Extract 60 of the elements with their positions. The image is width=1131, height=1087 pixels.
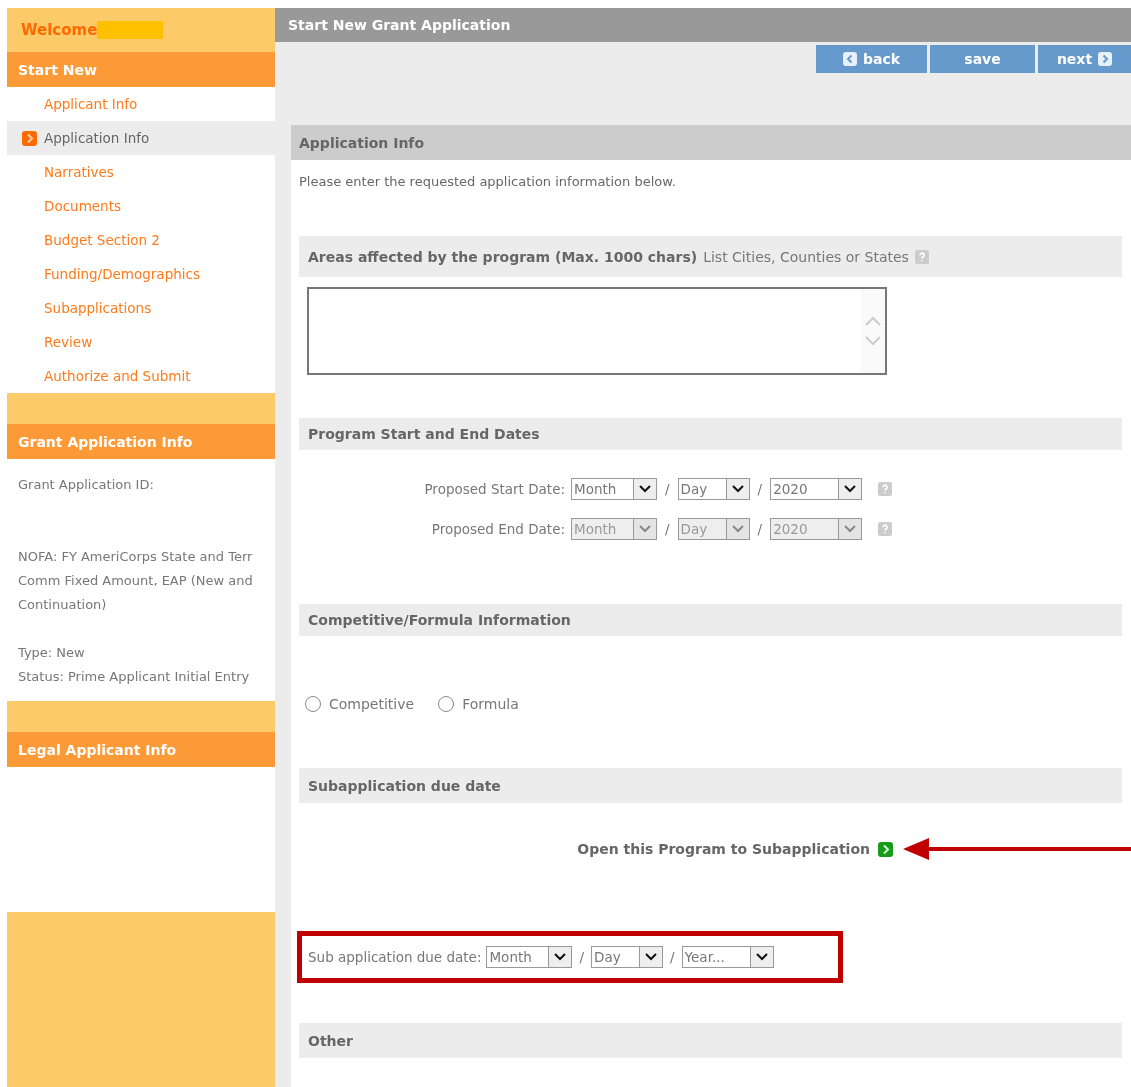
status-text: Status: Prime Applicant Initial Entry [18,668,251,686]
panel-header: Application Info [291,125,1131,160]
sidebar-header: Grant Application Info [7,424,275,459]
dropdown-caret-icon [844,525,857,533]
chevron-left-icon [842,52,857,66]
date-select[interactable]: Day [677,478,750,500]
help-icon[interactable] [878,522,893,536]
help-icon[interactable] [914,249,929,264]
type-text: Type: New [18,644,86,662]
dropdown-caret-icon [755,953,768,961]
date-separator: / [664,481,671,497]
current-step-icon [22,131,37,146]
section-title: Subapplication due date [308,777,501,794]
date-separator: / [756,481,764,497]
section-hint: List Cities, Counties or States [703,248,909,265]
section-title: Other [308,1032,353,1049]
scroll-up-icon [865,316,881,326]
redaction-bar [97,21,164,39]
dropdown-caret-icon [554,953,567,961]
intro-text: Please enter the requested application information below. [298,173,677,191]
sidebar-header: Start New [7,52,275,87]
dropdown-caret-icon [731,525,744,533]
radio-option[interactable]: Competitive [305,696,415,712]
dropdown-caret-icon [645,953,658,961]
scroll-down-icon [865,336,881,346]
date-select[interactable]: Year... [681,946,774,968]
radio-option[interactable]: Formula [438,696,519,712]
date-label: Proposed End Date: [430,521,565,537]
date-label: Proposed Start Date: [423,481,565,497]
dropdown-caret-icon [639,525,651,533]
application-id-label: Grant Application ID: [18,476,155,494]
dropdown-caret-icon [844,485,857,493]
date-separator: / [664,521,671,537]
date-label: Sub application due date: [308,949,482,965]
page-title: Start New Grant Application [275,8,1131,42]
dropdown-caret-icon [639,485,651,493]
back-button[interactable]: back [816,45,927,73]
date-separator: / [669,949,676,965]
section-title: Competitive/Formula Information [308,612,571,628]
date-select[interactable]: Day [591,946,664,968]
chevron-right-icon [1098,52,1113,66]
welcome-text: Welcome [21,21,98,39]
date-separator: / [578,949,586,965]
textarea-scrollbar[interactable] [861,289,885,373]
date-select[interactable]: Month [486,946,573,968]
sidebar-header: Legal Applicant Info [7,732,275,767]
open-subapplication-link[interactable]: Open this Program to Subapplication [577,841,893,857]
dropdown-caret-icon [731,485,744,493]
date-select[interactable]: Month [571,478,657,500]
areas-text-field[interactable] [307,287,887,375]
next-button[interactable]: next [1038,45,1131,73]
section-title: Program Start and End Dates [308,426,540,442]
section-title: Areas affected by the program (Max. 1000 chars) [308,248,698,265]
sidebar-item[interactable]: Application Info [7,121,275,155]
help-icon[interactable] [878,482,893,496]
arrow-right-icon [878,841,893,857]
date-select[interactable]: 2020 [770,478,863,500]
date-separator: / [756,521,764,537]
nofa-text: NOFA: FY AmeriCorps State and Terr Comm Fixed Amount, EAP (New and Continuation) [18,548,254,614]
save-button[interactable]: save [930,45,1035,73]
